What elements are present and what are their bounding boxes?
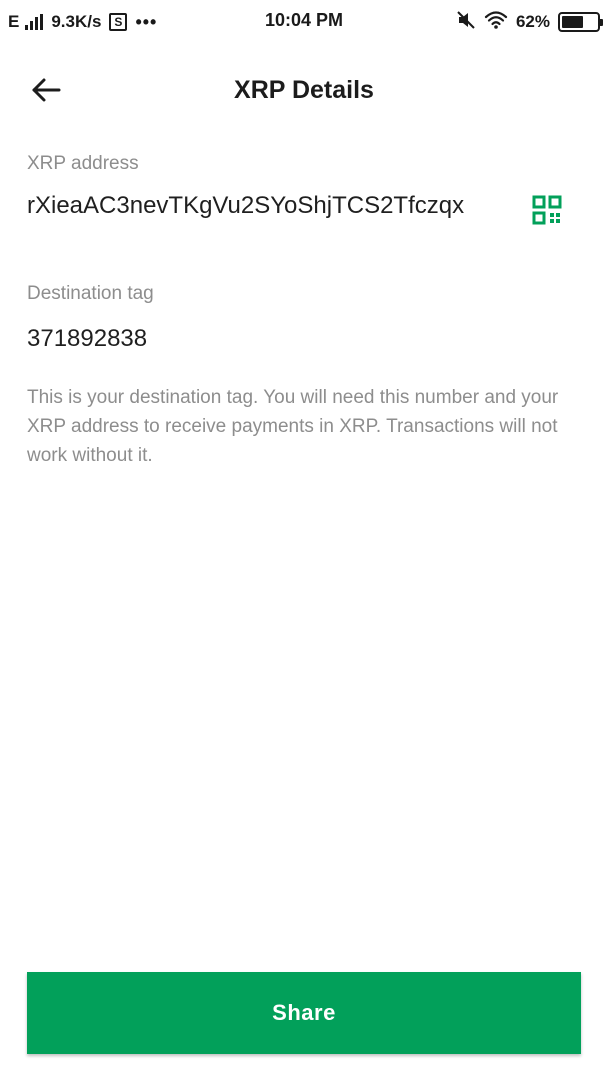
signal-icon [25, 14, 44, 30]
more-notifications-icon: ••• [135, 11, 158, 32]
details-content: XRP address rXieaAC3nevTKgVu2SYoShjTCS2T… [27, 150, 567, 470]
battery-fill [562, 16, 584, 28]
page-title: XRP Details [234, 76, 374, 104]
battery-percent: 62% [515, 12, 550, 31]
share-button[interactable]: Share [27, 972, 581, 1054]
battery-icon [558, 12, 603, 32]
status-bar: E 9.3K/s S ••• 10:04 PM 62% [0, 0, 608, 44]
wifi-icon [484, 10, 508, 35]
qr-code-icon [532, 195, 562, 225]
qr-code-button[interactable] [527, 190, 567, 230]
sim-icon: S [109, 13, 128, 31]
network-speed: 9.3K/s [51, 12, 102, 31]
address-row: rXieaAC3nevTKgVu2SYoShjTCS2Tfczqx [27, 188, 567, 230]
app-header: XRP Details [0, 62, 608, 118]
destination-tag-helper-text: This is your destination tag. You will n… [27, 387, 559, 466]
status-left: E 9.3K/s S ••• [8, 12, 157, 33]
destination-tag-label: Destination tag [27, 283, 154, 304]
address-label: XRP address [27, 153, 139, 174]
network-type: E [8, 12, 20, 31]
address-value[interactable]: rXieaAC3nevTKgVu2SYoShjTCS2Tfczqx [27, 188, 507, 223]
destination-tag-value[interactable]: 371892838 [27, 323, 567, 355]
status-right: 62% [456, 10, 603, 35]
mute-icon [456, 10, 476, 35]
